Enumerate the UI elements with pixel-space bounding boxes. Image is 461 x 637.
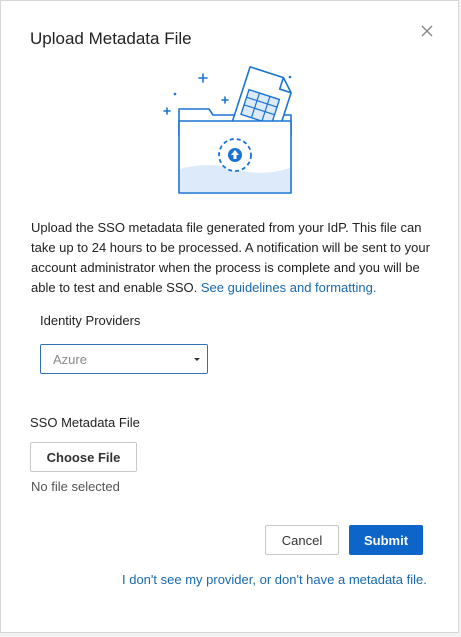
dialog-title: Upload Metadata File xyxy=(30,29,192,48)
close-icon xyxy=(421,25,433,37)
identity-providers-label: Identity Providers xyxy=(40,313,141,328)
cancel-button[interactable]: Cancel xyxy=(265,525,339,555)
file-status: No file selected xyxy=(31,479,120,494)
no-provider-link[interactable]: I don't see my provider, or don't have a… xyxy=(122,572,427,587)
identity-provider-select[interactable]: Azure xyxy=(40,344,208,374)
choose-file-button[interactable]: Choose File xyxy=(30,442,137,472)
upload-metadata-dialog: Upload Metadata File Upload the SSO meta… xyxy=(0,0,459,633)
guidelines-link[interactable]: See guidelines and formatting. xyxy=(201,280,377,295)
description: Upload the SSO metadata file generated f… xyxy=(31,218,433,298)
submit-button[interactable]: Submit xyxy=(349,525,423,555)
chevron-down-icon xyxy=(194,358,200,361)
identity-provider-value: Azure xyxy=(53,352,87,367)
sso-metadata-file-label: SSO Metadata File xyxy=(30,415,140,430)
folder-upload-illustration xyxy=(159,65,301,197)
close-button[interactable] xyxy=(417,21,437,41)
